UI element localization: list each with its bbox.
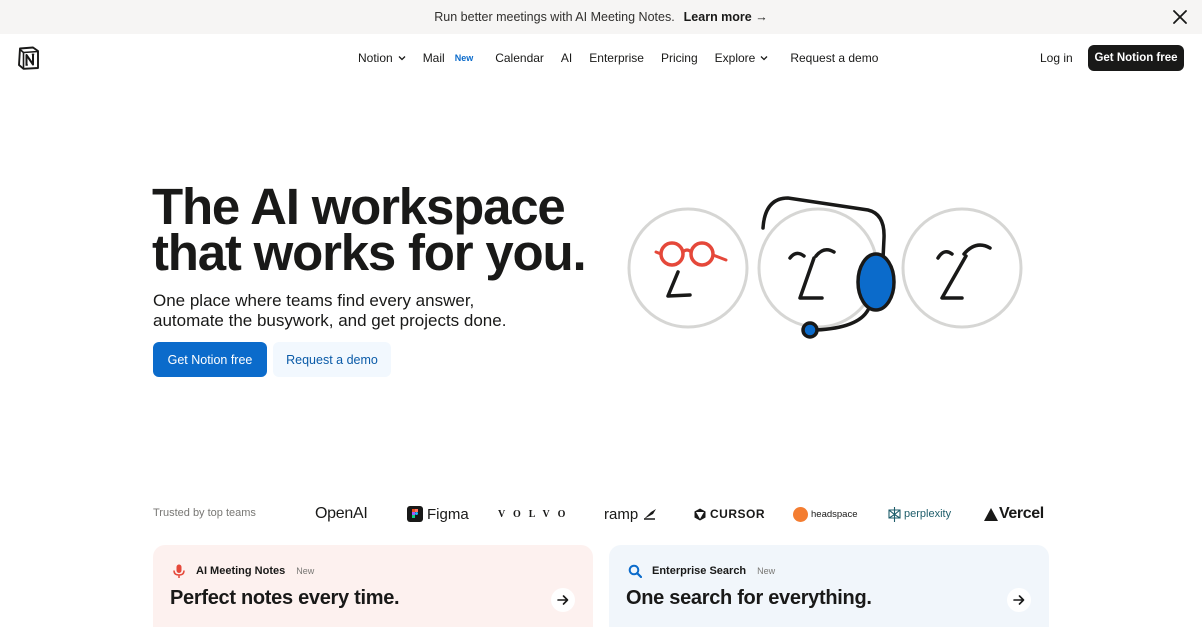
brand-name: VOLVO bbox=[498, 508, 574, 520]
nav-item-request-demo[interactable]: Request a demo bbox=[790, 51, 878, 65]
nav-menu: Notion Mail New Calendar AI Enterprise P… bbox=[358, 34, 895, 82]
feature-card-ai-meeting-notes[interactable]: AI Meeting Notes New Perfect notes every… bbox=[153, 545, 593, 627]
hero-subtitle: One place where teams find every answer,… bbox=[153, 291, 533, 331]
hero-subtitle-line-2: automate the busywork, and get projects … bbox=[153, 311, 507, 330]
cursor-logo: CURSOR bbox=[694, 499, 765, 529]
brand-name: OpenAI bbox=[315, 505, 368, 522]
get-notion-free-button[interactable]: Get Notion free bbox=[1088, 45, 1184, 71]
hero-title: The AI workspace that works for you. bbox=[152, 181, 592, 281]
nav-item-explore[interactable]: Explore bbox=[715, 51, 769, 65]
banner-text: Run better meetings with AI Meeting Note… bbox=[434, 10, 675, 24]
brand-name: CURSOR bbox=[710, 507, 766, 521]
ramp-icon bbox=[644, 509, 657, 520]
cursor-icon bbox=[694, 508, 706, 520]
login-link[interactable]: Log in bbox=[1040, 51, 1073, 65]
face-with-headset-icon bbox=[757, 196, 896, 339]
vercel-logo: Vercel bbox=[984, 499, 1044, 529]
nav-item-label: Enterprise bbox=[589, 51, 644, 65]
card-header: AI Meeting Notes New bbox=[171, 563, 314, 579]
face-with-glasses-icon bbox=[627, 207, 749, 329]
card-tag: AI Meeting Notes bbox=[196, 565, 286, 577]
learn-more-link[interactable]: Learn more → bbox=[684, 10, 768, 24]
search-icon bbox=[627, 563, 643, 579]
volvo-logo: VOLVO bbox=[498, 499, 573, 529]
brand-name: ramp bbox=[604, 505, 639, 523]
nav-item-pricing[interactable]: Pricing bbox=[661, 51, 698, 65]
hero-request-demo-button[interactable]: Request a demo bbox=[273, 342, 391, 377]
nav-item-mail[interactable]: Mail New bbox=[423, 51, 474, 65]
perplexity-icon bbox=[888, 506, 901, 522]
nav-item-label: Calendar bbox=[495, 51, 544, 65]
hero-illustration bbox=[627, 196, 1023, 339]
arrow-right-icon[interactable] bbox=[551, 588, 575, 612]
hero-get-notion-free-button[interactable]: Get Notion free bbox=[153, 342, 267, 377]
customer-logos: OpenAI Figma VOLVO ramp CURSOR headspace… bbox=[310, 499, 1055, 529]
nav-item-label: Mail bbox=[422, 51, 445, 65]
vercel-icon bbox=[984, 507, 998, 521]
nav-item-calendar[interactable]: Calendar bbox=[495, 51, 544, 65]
card-title: One search for everything. bbox=[626, 587, 872, 609]
nav-item-notion[interactable]: Notion bbox=[358, 51, 406, 65]
close-icon[interactable] bbox=[1168, 5, 1192, 29]
arrow-right-icon[interactable] bbox=[1007, 588, 1031, 612]
new-badge: New bbox=[296, 566, 315, 576]
brand-name: headspace bbox=[811, 508, 858, 520]
brand-name: Figma bbox=[427, 505, 469, 523]
nav-item-label: Notion bbox=[358, 51, 393, 65]
card-header: Enterprise Search New bbox=[627, 563, 775, 579]
openai-logo: OpenAI bbox=[315, 499, 368, 529]
announcement-banner: Run better meetings with AI Meeting Note… bbox=[0, 0, 1202, 34]
trusted-by-label: Trusted by top teams bbox=[153, 507, 256, 519]
nav-item-enterprise[interactable]: Enterprise bbox=[589, 51, 644, 65]
chevron-down-icon bbox=[398, 56, 406, 61]
card-tag: Enterprise Search bbox=[652, 565, 747, 577]
headspace-icon bbox=[793, 506, 808, 522]
chevron-down-icon bbox=[760, 56, 768, 61]
new-badge: New bbox=[454, 53, 474, 63]
face-thoughtful-icon bbox=[901, 207, 1023, 329]
figma-logo: Figma bbox=[407, 499, 469, 529]
figma-icon bbox=[407, 506, 423, 522]
card-title: Perfect notes every time. bbox=[170, 587, 400, 609]
feature-card-enterprise-search[interactable]: Enterprise Search New One search for eve… bbox=[609, 545, 1049, 627]
headspace-logo: headspace bbox=[793, 499, 857, 529]
nav-item-label: Request a demo bbox=[790, 51, 879, 65]
ramp-logo: ramp bbox=[604, 499, 657, 529]
nav-item-label: Explore bbox=[714, 51, 756, 65]
nav-item-label: Pricing bbox=[660, 51, 698, 65]
perplexity-logo: perplexity bbox=[888, 499, 951, 529]
microphone-icon bbox=[171, 563, 187, 579]
nav-item-ai[interactable]: AI bbox=[561, 51, 572, 65]
brand-name: perplexity bbox=[904, 508, 952, 520]
top-navbar: Notion Mail New Calendar AI Enterprise P… bbox=[0, 34, 1202, 82]
hero-subtitle-line-1: One place where teams find every answer, bbox=[153, 291, 475, 310]
brand-name: Vercel bbox=[999, 505, 1044, 522]
new-badge: New bbox=[757, 566, 776, 576]
hero-title-line-2: that works for you. bbox=[152, 224, 587, 281]
nav-item-label: AI bbox=[560, 51, 573, 65]
notion-logo-icon[interactable] bbox=[17, 46, 40, 70]
